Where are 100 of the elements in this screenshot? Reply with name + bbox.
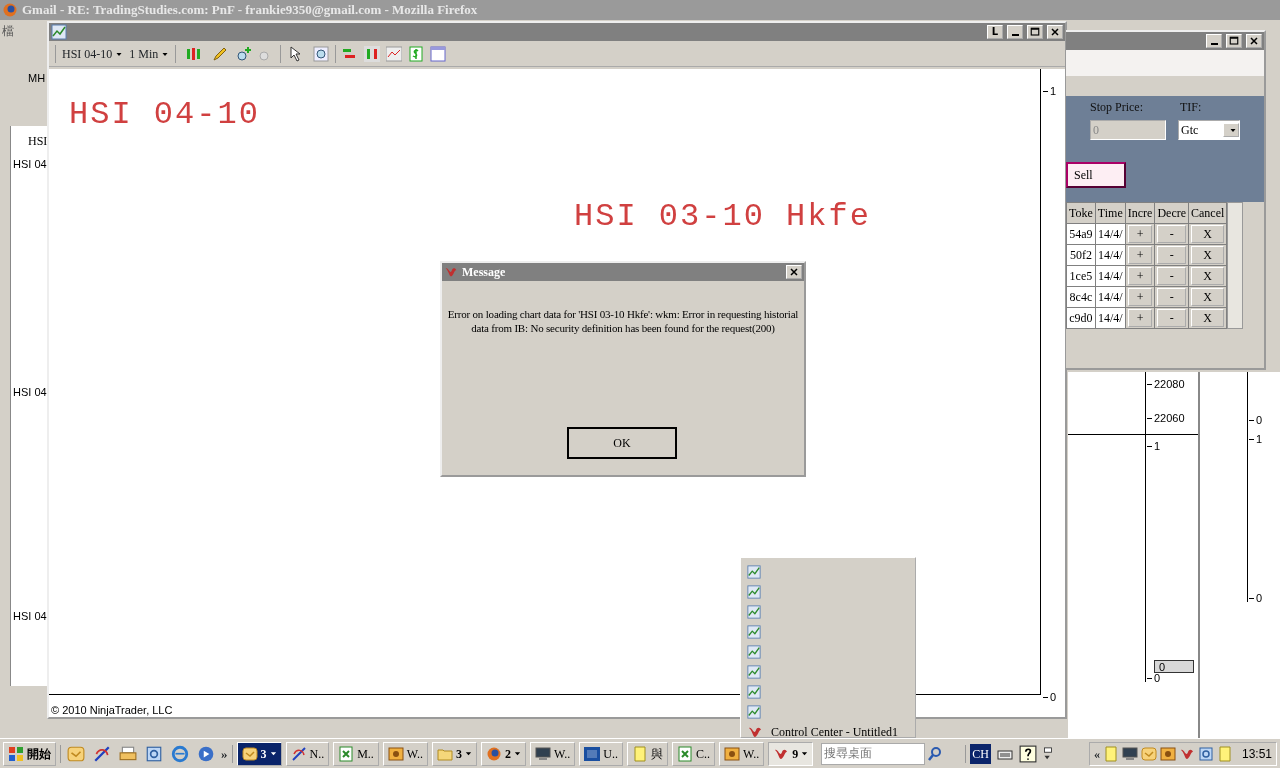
cancel-button[interactable]: X [1191,309,1225,327]
program-icon [241,745,258,762]
taskbar-button[interactable]: W.. [382,741,429,766]
instrument-dropdown[interactable]: HSI 04-10 [62,44,124,63]
taskbar-button[interactable]: W.. [719,741,765,766]
table-cell: 50f2 [1066,244,1096,266]
chart-icon [747,645,761,659]
line-chart-icon[interactable] [386,45,403,62]
menu-item[interactable]: Control Center - Untitled1 [745,722,911,738]
taskbar-button[interactable]: N.. [285,741,330,766]
column-header[interactable]: Toke [1066,202,1096,224]
close-button[interactable] [1246,34,1262,48]
clock-text: 13:51 [1241,745,1272,763]
chart-icon [747,585,761,599]
search-field[interactable]: 搜尋桌面 [821,742,926,765]
tif-dropdown[interactable]: Gtc [1178,120,1240,140]
decrease-button[interactable]: - [1157,225,1187,243]
copyright-text: © 2010 NinjaTrader, LLC [51,703,173,718]
program-icon [338,745,355,762]
increase-button[interactable]: + [1127,267,1153,285]
caret-icon [269,750,277,757]
magnifier-icon[interactable] [313,45,330,62]
column-header[interactable]: Decre [1154,202,1189,224]
layout-button[interactable]: L [987,25,1003,39]
quick-launch-icon[interactable] [93,744,111,763]
cancel-button[interactable]: X [1191,267,1225,285]
close-icon [788,266,800,278]
chart-icon [747,665,761,679]
program-icon [677,745,693,762]
quick-launch-icon[interactable] [171,744,189,763]
taskbar-button[interactable]: 2 [481,741,527,766]
increase-button[interactable]: + [1127,246,1153,264]
decrease-button[interactable]: - [1157,288,1187,306]
toolbar-dropdown[interactable]: HSI [28,132,48,150]
windows-logo-icon [8,745,24,762]
interval-dropdown[interactable]: 1 Min [129,44,170,63]
taskbar-button[interactable]: 9 [768,741,814,766]
decrease-button[interactable]: - [1157,267,1187,285]
quick-launch-icon[interactable] [197,744,215,763]
chart-tab[interactable]: MH [28,70,46,87]
ok-button[interactable]: OK [567,427,677,459]
chart-icon [747,625,761,639]
help-icon[interactable] [1018,744,1037,763]
menu-item[interactable]: 檔 [2,22,14,40]
table-cell: c9d0 [1066,307,1096,329]
sell-button[interactable]: Sell [1066,162,1126,188]
taskbar-button[interactable]: 與 [627,741,668,766]
candlestick-chart-icon[interactable] [364,45,381,62]
taskbar-button[interactable]: C.. [672,741,715,766]
minimize-button[interactable] [1206,34,1222,48]
program-icon [290,745,307,762]
taskbar-button[interactable]: 3 [236,741,282,766]
minimize-button[interactable] [1007,25,1023,39]
cancel-button[interactable]: X [1191,225,1225,243]
language-indicator[interactable]: CH [970,743,991,764]
decrease-button[interactable]: - [1157,246,1187,264]
column-header[interactable]: Time [1095,202,1126,224]
quick-launch-icon[interactable] [119,744,137,763]
scrollbar[interactable] [1227,202,1244,329]
taskbar-button[interactable]: U.. [579,741,623,766]
close-button[interactable] [786,265,802,279]
instrument-label: HSI 04-10 [69,95,260,135]
start-button[interactable]: 開始 [3,741,56,766]
chart-icon [747,705,761,719]
minimize-icon [1011,34,1019,36]
quick-launch-icon[interactable] [145,744,163,763]
zoom-in-icon[interactable] [236,45,253,62]
maximize-button[interactable] [1027,25,1043,39]
cancel-button[interactable]: X [1191,246,1225,264]
table-cell: 8c4c [1066,286,1096,308]
increase-button[interactable]: + [1127,288,1153,306]
overflow-button[interactable]: » [221,743,228,764]
tray-icon[interactable] [1197,745,1214,762]
column-header[interactable]: Cancel [1188,202,1227,224]
close-icon [1248,35,1260,47]
maximize-button[interactable] [1226,34,1242,48]
error-message: Error on loading chart data for 'HSI 03-10 Hkfe': wkm: Error in requesting historial data from IB: No security definition has been found for the request(200) [446,307,800,335]
panel-icon[interactable] [430,45,447,62]
caret-icon [1228,126,1237,134]
program-icon [387,745,404,762]
taskbar-button[interactable]: 3 [432,741,478,766]
dialog-title: Message [462,264,507,281]
tray-icon[interactable] [1121,745,1138,762]
tray-icon[interactable] [1159,745,1176,762]
decrease-button[interactable]: - [1157,309,1187,327]
stop-price-label: Stop Price: [1090,99,1143,116]
increase-button[interactable]: + [1127,225,1153,243]
caret-icon [465,750,473,757]
cancel-button[interactable]: X [1191,288,1225,306]
taskbar-button[interactable]: W.. [530,741,576,766]
taskbar-button[interactable]: M.. [333,741,379,766]
dollar-icon[interactable] [408,45,425,62]
caret-icon [514,750,522,757]
tif-label: TIF: [1180,99,1202,116]
close-button[interactable] [1047,25,1063,39]
tray-expand-button[interactable]: « [1093,744,1100,763]
increase-button[interactable]: + [1127,309,1153,327]
search-icon[interactable] [927,745,944,762]
chart-label: HSI 04 [13,157,47,172]
column-header[interactable]: Incre [1125,202,1155,224]
